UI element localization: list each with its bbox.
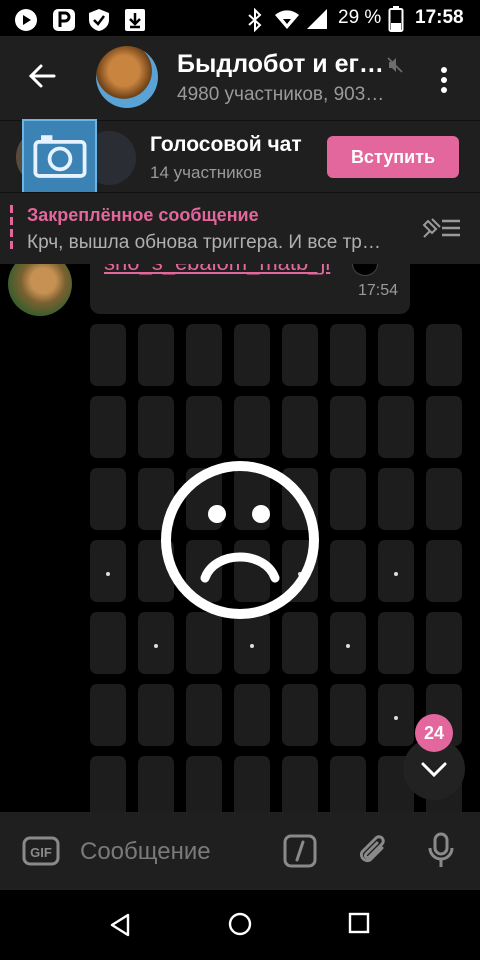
message-input-bar: GIF: [0, 812, 480, 890]
grid-tile: [378, 684, 414, 746]
chat-subtitle: 4980 участников, 903…: [177, 84, 385, 105]
grid-tile: [426, 396, 462, 458]
status-bar: 29 % 17:58: [0, 0, 480, 36]
gif-icon[interactable]: GIF: [22, 836, 60, 866]
battery-icon: [388, 6, 404, 32]
sad-face-icon: [161, 461, 319, 619]
grid-tile: [378, 324, 414, 386]
grid-tile: [234, 612, 270, 674]
grid-dot: [394, 572, 398, 576]
grid-tile: [186, 396, 222, 458]
attach-icon[interactable]: [356, 834, 390, 868]
grid-tile: [426, 612, 462, 674]
voice-chat-participants: 14 участников: [150, 163, 262, 182]
grid-tile: [186, 612, 222, 674]
play-icon: [15, 9, 37, 31]
grid-dot: [346, 644, 350, 648]
grid-dot: [154, 644, 158, 648]
download-icon: [125, 9, 145, 31]
grid-tile: [426, 324, 462, 386]
chat-header: Быдлобот и ег… 4980 участников, 903…: [0, 36, 480, 120]
join-voice-chat-button[interactable]: Вступить: [327, 136, 459, 178]
voice-chat-bar[interactable]: Голосовой чат 14 участников Вступить: [0, 119, 480, 195]
grid-tile: [234, 396, 270, 458]
system-nav-bar: [0, 890, 480, 960]
grid-tile: [186, 324, 222, 386]
wifi-icon: [275, 10, 299, 29]
grid-tile: [330, 684, 366, 746]
grid-dot: [106, 572, 110, 576]
grid-tile: [138, 684, 174, 746]
camera-logo-icon: [22, 119, 97, 195]
grid-tile: [138, 612, 174, 674]
grid-tile: [378, 396, 414, 458]
pinned-title: Закреплённое сообщение: [27, 205, 259, 225]
message-bubble[interactable]: sho_s_ebalom_matb_ji 17:54: [90, 264, 410, 314]
muted-icon: [387, 57, 403, 73]
grid-tile: [426, 540, 462, 602]
grid-tile: [330, 324, 366, 386]
chat-messages[interactable]: sho_s_ebalom_matb_ji 17:54 24: [0, 264, 480, 812]
parking-icon: [53, 9, 75, 31]
grid-tile: [330, 612, 366, 674]
grid-tile: [330, 396, 366, 458]
grid-tile: [282, 684, 318, 746]
grid-tile: [330, 756, 366, 812]
grid-tile: [90, 324, 126, 386]
voice-chat-title: Голосовой чат: [150, 133, 302, 156]
bot-commands-icon[interactable]: [283, 834, 317, 868]
bluetooth-icon: [248, 8, 262, 32]
svg-text:GIF: GIF: [30, 845, 52, 860]
grid-dot: [250, 644, 254, 648]
grid-tile: [282, 396, 318, 458]
grid-tile: [90, 468, 126, 530]
grid-tile: [90, 396, 126, 458]
grid-tile: [90, 684, 126, 746]
grid-tile: [234, 324, 270, 386]
shield-check-icon: [89, 9, 109, 31]
clock: 17:58: [415, 7, 464, 28]
nav-home-icon[interactable]: [228, 912, 252, 936]
grid-tile: [90, 756, 126, 812]
grid-tile: [330, 540, 366, 602]
grid-tile: [138, 396, 174, 458]
grid-dot: [394, 716, 398, 720]
pinned-message-bar[interactable]: Закреплённое сообщение Крч, вышла обнова…: [0, 192, 480, 265]
battery-percent: 29 %: [338, 7, 382, 28]
chat-avatar[interactable]: [96, 46, 158, 108]
nav-back-icon[interactable]: [108, 912, 132, 938]
sender-avatar[interactable]: [8, 264, 72, 316]
message-input[interactable]: [78, 832, 272, 872]
grid-tile: [90, 540, 126, 602]
microphone-icon[interactable]: [427, 832, 455, 870]
grid-tile: [330, 468, 366, 530]
grid-tile: [282, 612, 318, 674]
back-arrow-icon[interactable]: [26, 60, 58, 92]
unread-count-badge[interactable]: 24: [415, 714, 453, 752]
grid-tile: [426, 468, 462, 530]
grid-tile: [234, 684, 270, 746]
grid-tile: [378, 612, 414, 674]
more-menu-icon[interactable]: [432, 64, 456, 96]
sticker-thumbnail: [352, 264, 378, 276]
grid-tile: [138, 756, 174, 812]
grid-tile: [234, 756, 270, 812]
grid-tile: [378, 468, 414, 530]
grid-tile: [378, 540, 414, 602]
grid-tile: [90, 612, 126, 674]
pinned-indicator: [10, 205, 13, 251]
chat-title[interactable]: Быдлобот и ег…: [177, 50, 384, 79]
grid-tile: [282, 756, 318, 812]
message-text[interactable]: sho_s_ebalom_matb_ji: [104, 264, 330, 276]
pinned-list-icon[interactable]: [420, 215, 462, 241]
grid-tile: [282, 324, 318, 386]
grid-tile: [186, 684, 222, 746]
signal-icon: [307, 9, 327, 29]
grid-tile: [138, 324, 174, 386]
pinned-text: Крч, вышла обнова триггера. И все тр…: [27, 232, 381, 253]
nav-recents-icon[interactable]: [348, 912, 370, 934]
grid-tile: [186, 756, 222, 812]
message-time: 17:54: [357, 282, 398, 299]
